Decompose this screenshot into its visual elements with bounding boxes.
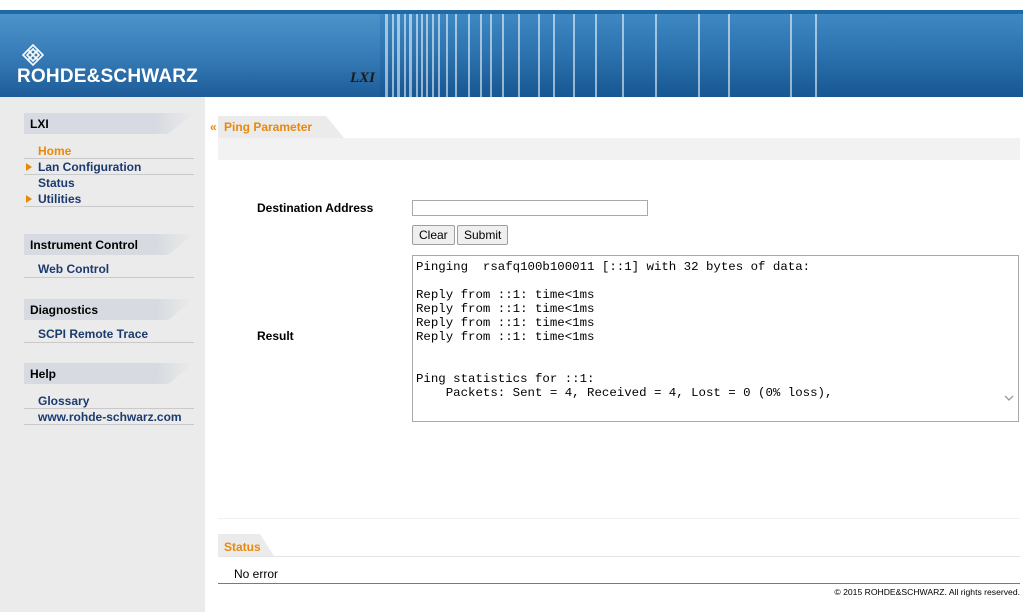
result-label: Result xyxy=(257,329,294,343)
sidebar-item-label: Web Control xyxy=(38,262,110,276)
expand-arrow-icon xyxy=(26,163,32,171)
sidebar-item-home[interactable]: Home xyxy=(24,143,194,159)
status-underline xyxy=(218,583,1020,584)
result-text: Pinging rsafq100b100011 [::1] with 32 by… xyxy=(416,260,833,400)
tab-status: Status xyxy=(218,534,274,556)
clear-button[interactable]: Clear xyxy=(412,225,455,245)
sidebar-item-label: Glossary xyxy=(38,394,90,408)
tab-row: « Ping Parameter xyxy=(205,116,1023,138)
sidebar: LXI Home Lan Configuration Status Utilit… xyxy=(0,97,205,612)
sidebar-item-lan-configuration[interactable]: Lan Configuration xyxy=(24,159,194,175)
page-header: ROHDE&SCHWARZ LXI xyxy=(0,0,1023,97)
brand-logo: ROHDE&SCHWARZ xyxy=(17,66,198,87)
scroll-down-chevron-icon[interactable] xyxy=(1004,393,1014,403)
destination-address-label: Destination Address xyxy=(257,201,374,215)
sidebar-item-glossary[interactable]: Glossary xyxy=(24,393,194,409)
sidebar-item-label: www.rohde-schwarz.com xyxy=(38,410,182,424)
destination-address-input[interactable] xyxy=(412,200,648,216)
nav-heading-diagnostics: Diagnostics xyxy=(24,299,194,320)
tab-ping-parameter[interactable]: Ping Parameter xyxy=(218,116,344,138)
status-tab-row: Status xyxy=(218,534,1020,556)
expand-arrow-icon xyxy=(26,195,32,203)
sidebar-item-label: Lan Configuration xyxy=(38,160,142,174)
sidebar-item-rohde-schwarz-website[interactable]: www.rohde-schwarz.com xyxy=(24,409,194,425)
sidebar-item-web-control[interactable]: Web Control xyxy=(24,255,194,278)
nav-section-help: Help Glossary www.rohde-schwarz.com xyxy=(24,363,194,425)
status-panel xyxy=(218,556,1020,582)
submit-button[interactable]: Submit xyxy=(457,225,509,245)
sidebar-item-utilities[interactable]: Utilities xyxy=(24,191,194,207)
copyright-notice: © 2015 ROHDE&SCHWARZ. All rights reserve… xyxy=(834,587,1020,597)
sidebar-item-label: Home xyxy=(38,144,72,158)
nav-section-diagnostics: Diagnostics SCPI Remote Trace xyxy=(24,299,194,343)
double-chevron-left-icon[interactable]: « xyxy=(210,120,217,134)
nav-heading-help: Help xyxy=(24,363,194,384)
sidebar-item-scpi-remote-trace[interactable]: SCPI Remote Trace xyxy=(24,320,194,343)
tab-shelf xyxy=(218,138,1020,160)
result-textarea[interactable]: Pinging rsafq100b100011 [::1] with 32 by… xyxy=(412,255,1019,422)
header-stripes xyxy=(385,14,1023,97)
sidebar-item-label: SCPI Remote Trace xyxy=(38,327,149,341)
content-divider xyxy=(218,518,1020,519)
status-message: No error xyxy=(234,567,279,581)
rohde-schwarz-diamond-icon xyxy=(22,44,44,66)
nav-heading-lxi: LXI xyxy=(24,113,194,134)
nav-section-lxi: LXI Home Lan Configuration Status Utilit… xyxy=(24,113,194,207)
lxi-logo: LXI xyxy=(350,70,376,86)
sidebar-item-label: Utilities xyxy=(38,192,82,206)
sidebar-item-status[interactable]: Status xyxy=(24,175,194,191)
nav-section-instrument-control: Instrument Control Web Control xyxy=(24,234,194,278)
nav-heading-instrument-control: Instrument Control xyxy=(24,234,194,255)
sidebar-item-label: Status xyxy=(38,176,75,190)
main-content: « Ping Parameter Destination Address Cle… xyxy=(205,97,1023,612)
